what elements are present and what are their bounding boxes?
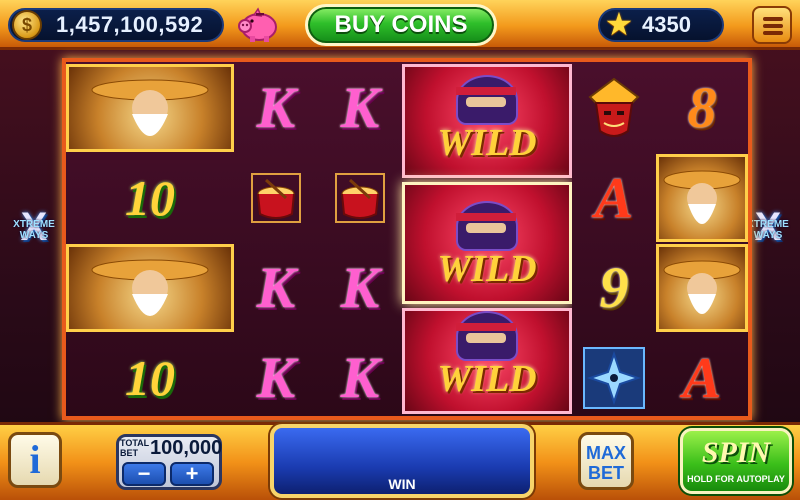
max-bet-line2: BET bbox=[588, 463, 624, 483]
a-symbol: A bbox=[656, 334, 748, 422]
ten-symbol: 10 bbox=[66, 334, 234, 422]
k-label: K bbox=[256, 75, 296, 140]
ten-symbol: 10 bbox=[66, 154, 234, 242]
reel-6: 8 A bbox=[656, 62, 748, 416]
info-button[interactable]: i bbox=[8, 432, 62, 488]
reel-4: WILD WILD WILD bbox=[402, 62, 574, 416]
drum-symbol bbox=[234, 154, 318, 242]
nine-symbol: 9 bbox=[572, 244, 656, 332]
a-symbol: A bbox=[572, 154, 656, 242]
wild-symbol: WILD bbox=[402, 64, 572, 178]
sage-symbol bbox=[656, 244, 748, 332]
coin-balance: 1,457,100,592 bbox=[56, 12, 204, 37]
a-label: A bbox=[682, 345, 722, 410]
buy-coins-button[interactable]: BUY COINS bbox=[305, 4, 497, 46]
k-label: K bbox=[256, 345, 296, 410]
k-symbol: K bbox=[234, 244, 318, 332]
xtreme-label: XTREME bbox=[13, 219, 55, 230]
ninja-icon bbox=[456, 311, 518, 361]
reel-2: K K K bbox=[234, 62, 320, 416]
autoplay-hint: HOLD FOR AUTOPLAY bbox=[687, 474, 785, 484]
menu-icon-bar bbox=[763, 24, 783, 28]
k-label: K bbox=[340, 75, 380, 140]
coin-icon: $ bbox=[12, 10, 42, 40]
decrease-bet-button[interactable]: − bbox=[122, 462, 166, 486]
eight-label: 8 bbox=[687, 75, 717, 140]
a-label: A bbox=[594, 165, 634, 230]
star-icon: ★ bbox=[604, 6, 634, 42]
xtreme-label: XTREME bbox=[747, 219, 789, 230]
k-label: K bbox=[340, 345, 380, 410]
k-label: K bbox=[340, 255, 380, 320]
wild-label: WILD bbox=[437, 248, 537, 290]
drum-icon bbox=[335, 173, 385, 223]
menu-icon-bar bbox=[763, 31, 783, 35]
sage-icon bbox=[663, 170, 741, 224]
xtreme-ways-text: XTREME WAYS bbox=[8, 219, 60, 241]
max-bet-button[interactable]: MAX BET bbox=[578, 432, 634, 490]
sage-icon bbox=[91, 79, 209, 136]
drum-symbol bbox=[318, 154, 402, 242]
shuriken-icon bbox=[583, 347, 645, 409]
ninja-icon bbox=[456, 75, 518, 125]
xtreme-ways-badge-left: X XTREME WAYS bbox=[8, 205, 60, 265]
samurai-mask-icon bbox=[588, 77, 640, 137]
menu-icon bbox=[763, 17, 783, 21]
sage-symbol bbox=[66, 244, 234, 332]
increase-bet-button[interactable]: + bbox=[170, 462, 214, 486]
reel-1: 10 10 bbox=[66, 62, 236, 416]
wild-symbol: WILD bbox=[402, 182, 572, 304]
max-bet-line1: MAX bbox=[586, 443, 626, 463]
ways-label: WAYS bbox=[753, 230, 783, 241]
total-bet-label: TOTAL BET bbox=[120, 438, 149, 458]
eight-symbol: 8 bbox=[656, 64, 748, 152]
k-label: K bbox=[256, 255, 296, 320]
shuriken-symbol bbox=[572, 334, 656, 422]
drum-icon bbox=[251, 173, 301, 223]
nine-label: 9 bbox=[599, 255, 629, 320]
ninja-icon bbox=[456, 201, 518, 251]
total-bet-value: 100,000 bbox=[150, 437, 223, 459]
reel-frame: 10 10 K K K K K K WILD WILD WILD A 9 8 A bbox=[62, 58, 752, 420]
spin-label[interactable]: SPIN bbox=[680, 436, 792, 470]
level-value: 4350 bbox=[642, 12, 691, 37]
sage-symbol bbox=[66, 64, 234, 152]
k-symbol: K bbox=[318, 334, 402, 422]
menu-button[interactable] bbox=[752, 6, 792, 44]
reel-5: A 9 bbox=[572, 62, 658, 416]
ten-label: 10 bbox=[125, 350, 175, 406]
reel-3: K K K bbox=[318, 62, 404, 416]
win-label: WIN bbox=[388, 476, 416, 492]
wild-symbol: WILD bbox=[402, 308, 572, 414]
sage-icon bbox=[91, 259, 209, 316]
piggy-bank-icon[interactable] bbox=[236, 6, 280, 44]
samurai-mask-symbol bbox=[572, 64, 656, 152]
k-symbol: K bbox=[318, 64, 402, 152]
k-symbol: K bbox=[234, 334, 318, 422]
k-symbol: K bbox=[234, 64, 318, 152]
ways-label: WAYS bbox=[19, 230, 49, 241]
wild-label: WILD bbox=[437, 122, 537, 164]
k-symbol: K bbox=[318, 244, 402, 332]
ten-label: 10 bbox=[125, 170, 175, 226]
wild-label: WILD bbox=[437, 358, 537, 400]
sage-icon bbox=[663, 260, 741, 314]
sage-symbol bbox=[656, 154, 748, 242]
